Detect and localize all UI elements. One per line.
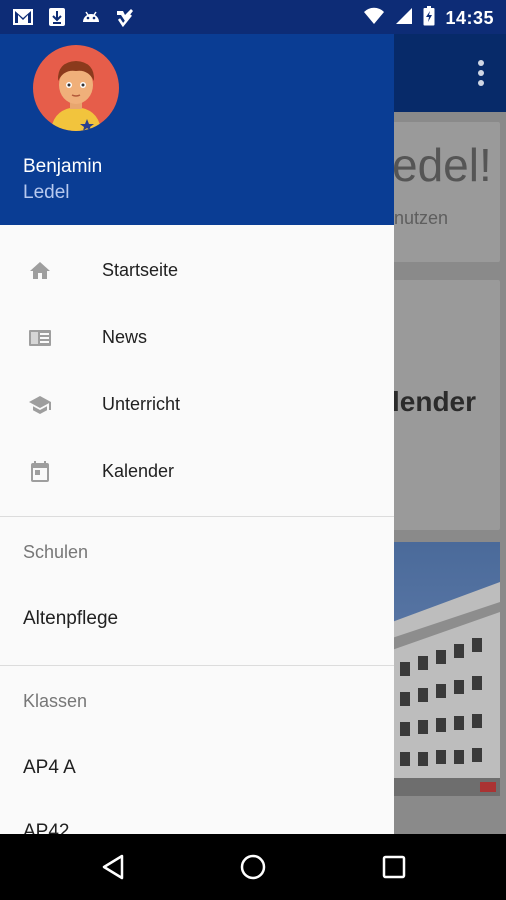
wifi-icon [363,7,385,30]
download-icon [46,7,68,27]
nav-item-news[interactable]: News [0,304,394,371]
home-circle-icon[interactable] [238,852,268,882]
school-item-altenpflege[interactable]: Altenpflege [0,587,394,651]
nav-item-startseite[interactable]: Startseite [0,237,394,304]
section-title-schulen: Schulen [23,542,89,562]
school-icon [28,393,52,417]
battery-charging-icon [423,6,435,31]
section-title-klassen: Klassen [23,691,88,711]
calendar-icon [28,460,52,484]
back-icon[interactable] [98,852,128,882]
drawer-header: Benjamin Ledel [0,34,394,225]
overflow-menu-icon [478,60,484,86]
nav-item-label: Startseite [102,260,179,280]
nav-item-kalender[interactable]: Kalender [0,438,394,505]
nav-item-label: News [102,327,148,347]
status-time: 14:35 [445,8,494,28]
android-icon [80,7,102,27]
signal-icon [395,7,413,30]
user-name: Benjamin [23,156,103,177]
background-subtitle: nutzen [394,208,449,228]
nav-item-label: Unterricht [102,394,181,414]
background-calendar-title: lender [392,386,477,417]
status-bar: 14:35 [0,0,506,34]
drawer-nav-list: Startseite News Unterricht Kalender [0,225,394,505]
navigation-drawer: Benjamin Ledel Startseite News Unterrich… [0,34,394,834]
nav-item-unterricht[interactable]: Unterricht [0,371,394,438]
user-subtitle: Ledel [23,182,70,203]
app-check-icon [114,7,136,27]
nav-item-label: Kalender [102,461,175,481]
avatar[interactable] [33,45,119,131]
home-icon [28,259,52,283]
news-icon [28,326,52,350]
gmail-icon [12,7,34,27]
system-nav-bar [0,834,506,900]
recents-icon[interactable] [379,852,409,882]
background-title: edel! [392,139,492,191]
background-building-photo [392,542,500,796]
class-item-ap42[interactable]: AP42 [0,800,394,834]
class-item-ap4a[interactable]: AP4 A [0,736,394,800]
